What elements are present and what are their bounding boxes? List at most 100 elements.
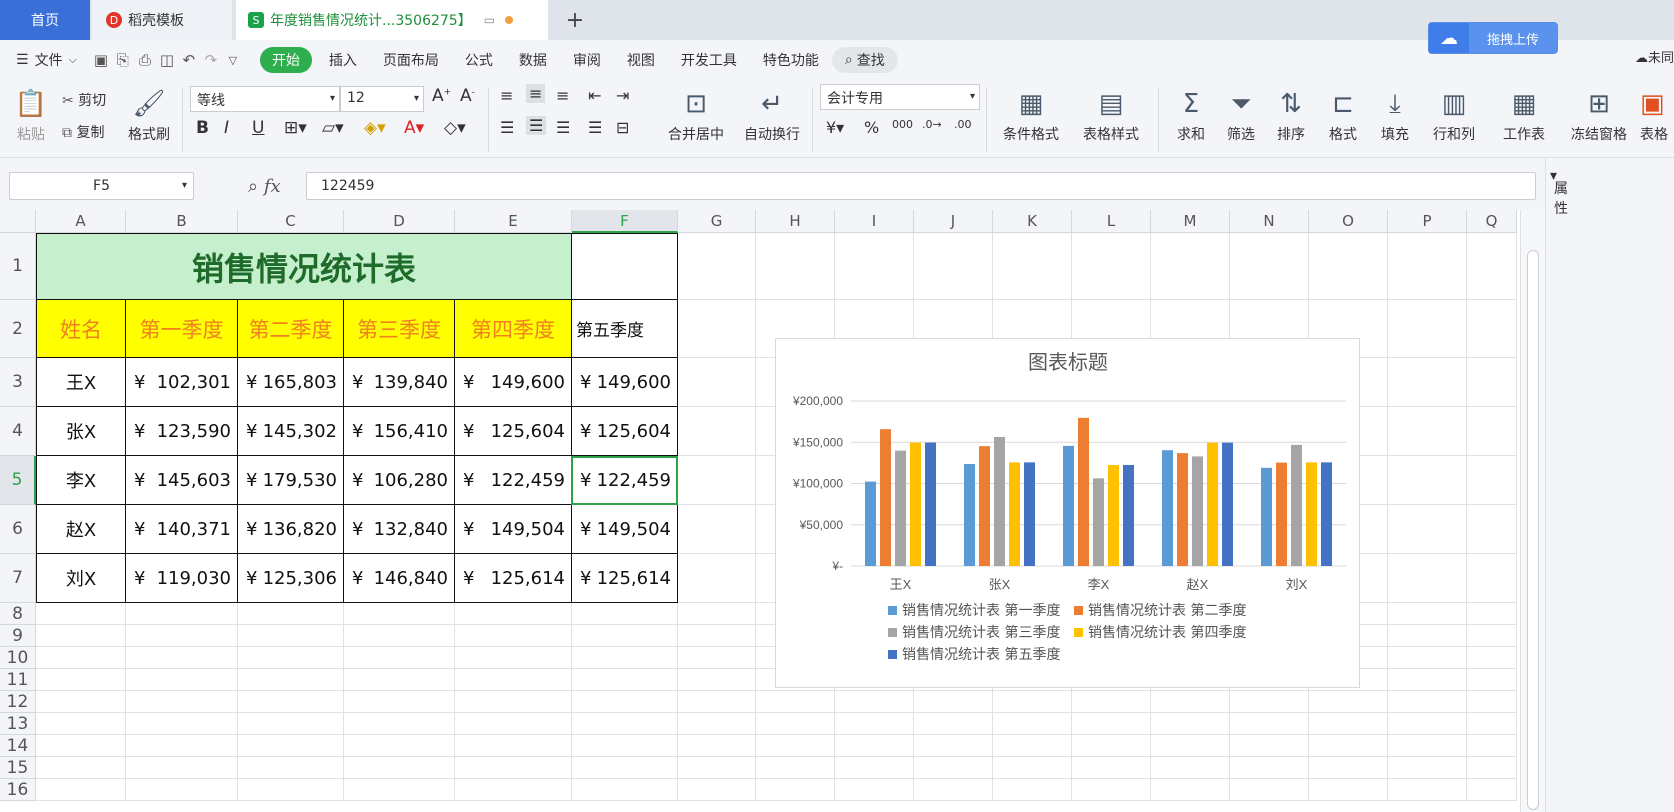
grid-cell[interactable] <box>1388 779 1467 801</box>
font-color-icon[interactable]: A▾ <box>404 118 424 138</box>
grid-cell[interactable] <box>756 757 835 779</box>
grid-cell[interactable] <box>993 757 1072 779</box>
wrap-text-button[interactable]: ↵ 自动换行 <box>738 84 806 144</box>
indent-increase-icon[interactable]: ⇥ <box>616 86 629 105</box>
formula-input[interactable]: 122459 <box>306 172 1536 200</box>
grid-cell[interactable] <box>1309 691 1388 713</box>
grid-cell[interactable] <box>126 603 238 625</box>
grid-cell[interactable] <box>1467 407 1517 456</box>
grid-cell[interactable] <box>1151 757 1230 779</box>
column-header-N[interactable]: N <box>1230 210 1309 233</box>
grid-cell[interactable] <box>678 554 756 603</box>
grid-cell[interactable] <box>1151 691 1230 713</box>
grid-cell[interactable] <box>1388 691 1467 713</box>
header-4[interactable]: 第三季度 <box>344 300 455 358</box>
number-format-select[interactable]: 会计专用 ▾ <box>820 84 980 110</box>
grid-cell[interactable] <box>993 233 1072 300</box>
grid-cell[interactable] <box>1230 779 1309 801</box>
grid-cell[interactable] <box>126 713 238 735</box>
cell-value[interactable]: ¥132,840 <box>344 505 455 554</box>
grid-cell[interactable] <box>36 625 126 647</box>
sort-button[interactable]: ⇅ 排序 <box>1268 84 1314 144</box>
grid-cell[interactable] <box>914 233 993 300</box>
row-header-9[interactable]: 9 <box>0 625 36 647</box>
zoom-icon[interactable]: ⌕ <box>248 176 258 197</box>
fill-color-icon[interactable]: ◈▾ <box>364 118 386 138</box>
grid-cell[interactable] <box>238 713 344 735</box>
grid-cell[interactable] <box>1467 735 1517 757</box>
cell-value[interactable]: ¥119,030 <box>126 554 238 603</box>
row-header-11[interactable]: 11 <box>0 669 36 691</box>
header-2[interactable]: 第一季度 <box>126 300 238 358</box>
grid-cell[interactable] <box>914 735 993 757</box>
grid-cell[interactable] <box>914 757 993 779</box>
grid-cell[interactable] <box>126 625 238 647</box>
grid-cell[interactable] <box>1230 735 1309 757</box>
search-button[interactable]: ⌕ 查找 <box>831 47 898 73</box>
grid-cell[interactable] <box>1388 735 1467 757</box>
grid-cell[interactable] <box>344 647 455 669</box>
grid-cell[interactable] <box>572 713 678 735</box>
grid-cell[interactable] <box>1388 603 1467 625</box>
grid-cell[interactable] <box>678 647 756 669</box>
grid-cell[interactable] <box>455 713 572 735</box>
currency-icon[interactable]: ¥▾ <box>826 118 844 137</box>
grid-cell[interactable] <box>914 713 993 735</box>
upload-button[interactable]: ☁ 拖拽上传 <box>1428 22 1558 54</box>
menu-data[interactable]: 数据 <box>506 47 560 73</box>
grid-cell[interactable] <box>572 603 678 625</box>
cell-value[interactable]: ¥136,820 <box>238 505 344 554</box>
print-icon[interactable]: ⎙ <box>134 51 156 69</box>
row-header-1[interactable]: 1 <box>0 233 36 300</box>
font-size-select[interactable]: 12 ▾ <box>340 86 424 112</box>
file-menu[interactable]: ☰ 文件 ⌵ <box>0 47 90 73</box>
grid-cell[interactable] <box>344 713 455 735</box>
cell-value[interactable]: ¥122,459 <box>455 456 572 505</box>
cell-value[interactable]: ¥149,504 <box>455 505 572 554</box>
scroll-thumb[interactable] <box>1527 250 1539 810</box>
grid-cell[interactable] <box>756 233 835 300</box>
grid-cell[interactable] <box>1467 358 1517 407</box>
grid-cell[interactable] <box>1230 233 1309 300</box>
menu-page-layout[interactable]: 页面布局 <box>370 47 452 73</box>
align-center-icon[interactable]: ☰ <box>526 116 547 135</box>
decrease-font-icon[interactable]: A- <box>460 86 475 106</box>
cell-value[interactable]: ¥106,280 <box>344 456 455 505</box>
grid-cell[interactable] <box>572 735 678 757</box>
grid-cell[interactable] <box>756 713 835 735</box>
menu-insert[interactable]: 插入 <box>316 47 370 73</box>
grid-cell[interactable] <box>36 779 126 801</box>
eraser-icon[interactable]: ◇▾ <box>444 118 466 138</box>
print-preview-icon[interactable]: ◫ <box>156 51 178 69</box>
grid-cell[interactable] <box>678 669 756 691</box>
row-header-15[interactable]: 15 <box>0 757 36 779</box>
border-icon[interactable]: ⊞▾ <box>284 118 307 138</box>
grid-cell[interactable] <box>455 647 572 669</box>
vertical-scrollbar[interactable] <box>1520 210 1545 812</box>
new-tab-button[interactable]: + <box>560 0 590 40</box>
grid-cell[interactable] <box>1467 300 1517 358</box>
cell-name[interactable]: 王X <box>36 358 126 407</box>
grid-cell[interactable] <box>455 735 572 757</box>
column-header-H[interactable]: H <box>756 210 835 233</box>
grid-cell[interactable] <box>678 603 756 625</box>
grid-cell[interactable] <box>835 233 914 300</box>
grid-cell[interactable] <box>1151 779 1230 801</box>
cell-value[interactable]: ¥125,604 <box>455 407 572 456</box>
cell-style-icon[interactable]: ▱▾ <box>322 118 344 138</box>
grid-cell[interactable] <box>1388 505 1467 554</box>
column-header-O[interactable]: O <box>1309 210 1388 233</box>
monitor-icon[interactable]: ▭ <box>484 13 495 27</box>
cell-value[interactable]: ¥149,600 <box>572 358 678 407</box>
cell-name[interactable]: 李X <box>36 456 126 505</box>
grid-cell[interactable] <box>678 779 756 801</box>
grid-cell[interactable] <box>993 713 1072 735</box>
header-6[interactable]: 第五季度 <box>572 300 678 358</box>
conditional-format-button[interactable]: ▦ 条件格式 <box>994 84 1068 144</box>
cell-value[interactable]: ¥123,590 <box>126 407 238 456</box>
select-all-corner[interactable] <box>0 210 36 233</box>
grid-cell[interactable] <box>1388 669 1467 691</box>
grid-cell[interactable] <box>756 779 835 801</box>
column-header-A[interactable]: A <box>36 210 126 233</box>
column-header-I[interactable]: I <box>835 210 914 233</box>
